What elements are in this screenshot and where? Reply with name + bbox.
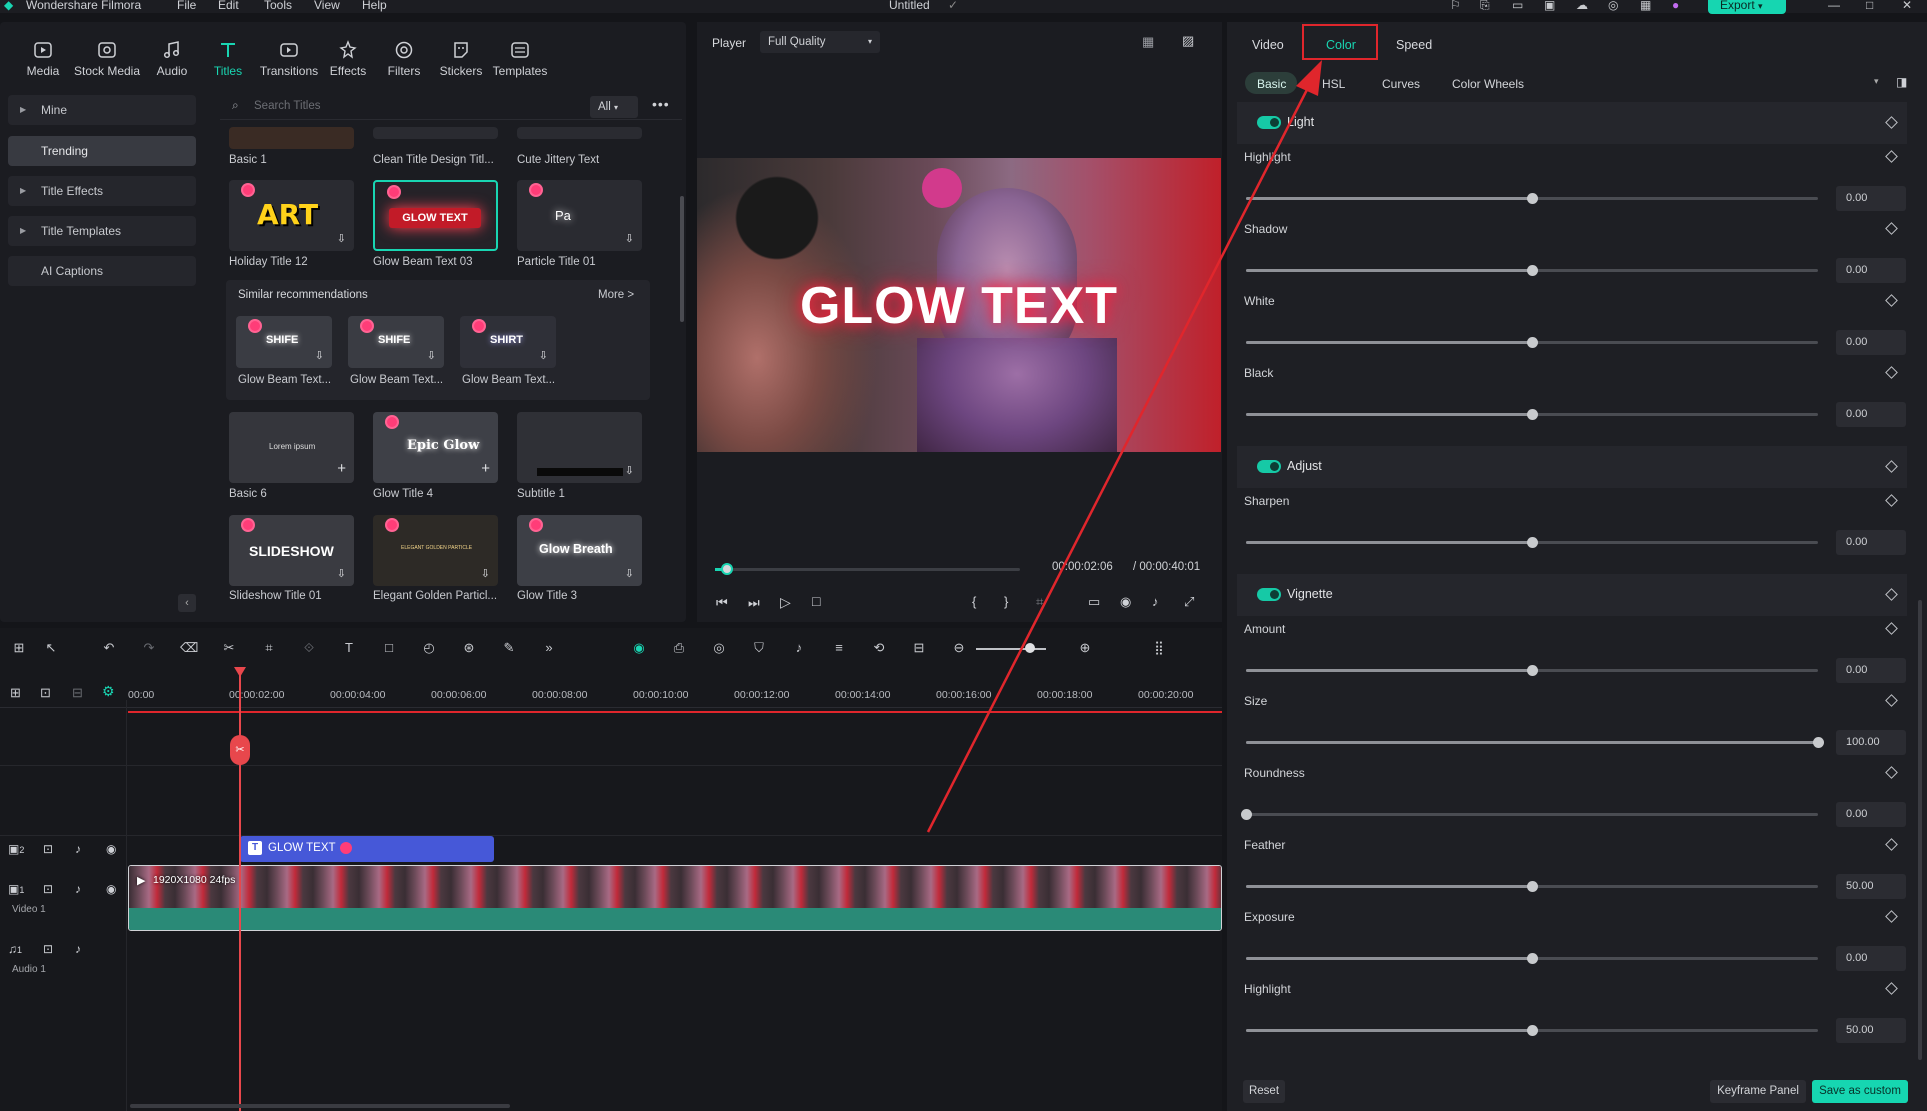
arrow-head [1296,60,1322,96]
annotation-arrow [926,60,1322,833]
arrow-shaft [926,71,1318,833]
